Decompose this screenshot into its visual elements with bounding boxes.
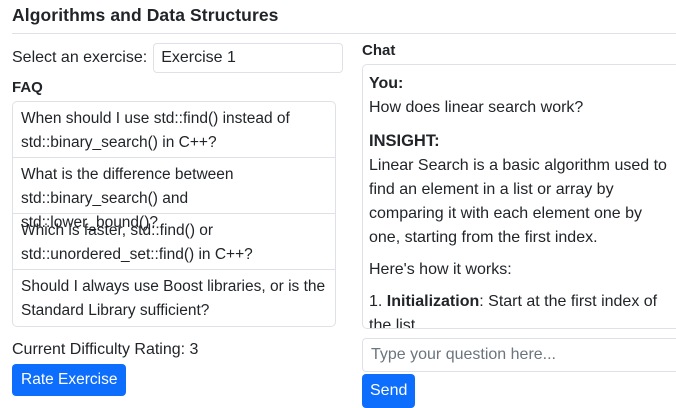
exercise-select-value: Exercise 1 [161,49,236,66]
user-message: How does linear search work? [369,99,584,116]
chat-heading: Chat [362,42,396,59]
assistant-step-1: 1. Initialization: Start at the first in… [369,290,675,328]
assistant-intro: Here's how it works: [369,261,512,278]
faq-item[interactable]: When should I use std::find() instead of… [13,102,335,158]
faq-item[interactable]: Which is faster, std::find() or std::uno… [13,214,335,270]
title-divider [12,33,676,34]
assistant-paragraph: Linear Search is a basic algorithm used … [369,157,667,246]
rate-exercise-button[interactable]: Rate Exercise [12,364,127,396]
assistant-speaker: INSIGHT: [369,132,440,150]
faq-heading: FAQ [12,79,43,96]
exercise-select-row: Select an exercise: Exercise 1 [12,42,344,74]
user-speaker: You: [369,75,404,92]
question-input[interactable] [362,338,676,372]
exercise-select-label: Select an exercise: [12,49,148,66]
faq-item[interactable]: Should I always use Boost libraries, or … [13,270,335,326]
difficulty-rating: Current Difficulty Rating: 3 [12,341,199,358]
faq-item[interactable]: What is the difference between std::bina… [13,158,335,231]
chat-history[interactable]: You: How does linear search work? INSIGH… [362,64,676,329]
step-number: 1. [369,293,383,310]
page-title: Algorithms and Data Structures [12,5,279,25]
step-title: Initialization [386,293,480,310]
chat-messages: You: How does linear search work? INSIGH… [369,72,675,328]
exercise-select[interactable]: Exercise 1 [153,43,344,73]
faq-list: When should I use std::find() instead of… [12,101,336,327]
